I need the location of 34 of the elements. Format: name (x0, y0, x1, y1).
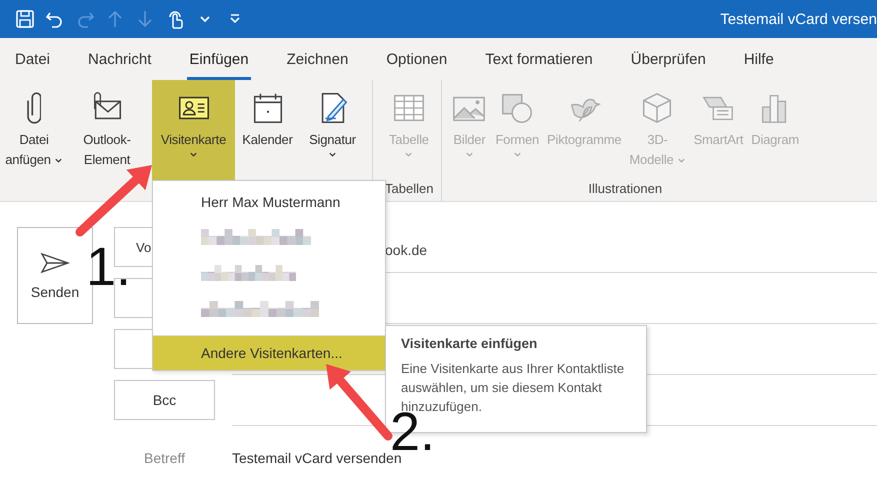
window-title: Testemail vCard versen (720, 10, 877, 28)
tooltip-title: Visitenkarte einfügen (401, 336, 538, 351)
bcc-button[interactable]: Bcc (114, 380, 215, 420)
ribbon-tab[interactable]: Text formatieren (483, 38, 595, 80)
ribbon-button[interactable]: Datei anfügen (6, 80, 62, 180)
caret-icon (404, 150, 414, 159)
group-label: Illustrationen (588, 181, 662, 196)
blurred-text-icon (201, 229, 311, 245)
ribbon-button[interactable]: Outlook- Element (62, 80, 152, 180)
ribbon-button[interactable]: Signatur (300, 80, 365, 180)
subject-field[interactable]: Testemail vCard versenden (232, 450, 877, 466)
caret-icon (512, 150, 522, 159)
ribbon-tab[interactable]: Hilfe (742, 38, 776, 80)
blurred-text-icon (201, 301, 319, 317)
caret-icon (464, 150, 474, 159)
group-label: Tabellen (385, 181, 434, 196)
subject-label: Betreff (143, 450, 186, 466)
tooltip-text: Eine Visitenkarte aus Ihrer Kontaktliste auswählen, um sie diesem Kontakt hinzuzufügen. (401, 360, 626, 414)
ribbon-tab[interactable]: Optionen (384, 38, 450, 80)
ribbon-button[interactable]: Kalender (235, 80, 300, 180)
save-icon[interactable] (14, 8, 36, 30)
ribbon-tab[interactable]: Zeichnen (284, 38, 350, 80)
ribbon-button[interactable]: Visitenkarte (152, 80, 235, 180)
ribbon-tab[interactable]: Überprüfen (628, 38, 708, 80)
menu-item[interactable]: Andere Visitenkarten... (153, 335, 385, 370)
caret-icon (189, 150, 198, 159)
ribbon-tab[interactable]: Nachricht (86, 38, 154, 80)
blurred-text-icon (201, 265, 296, 281)
from-field-value: ook.de (385, 242, 428, 258)
paper-plane-icon (40, 252, 70, 274)
ribbon-tab[interactable]: Datei (13, 38, 52, 80)
caret-icon (328, 150, 337, 159)
menu-item[interactable]: Herr Max Mustermann (153, 185, 385, 219)
paperclip-icon (26, 90, 42, 126)
